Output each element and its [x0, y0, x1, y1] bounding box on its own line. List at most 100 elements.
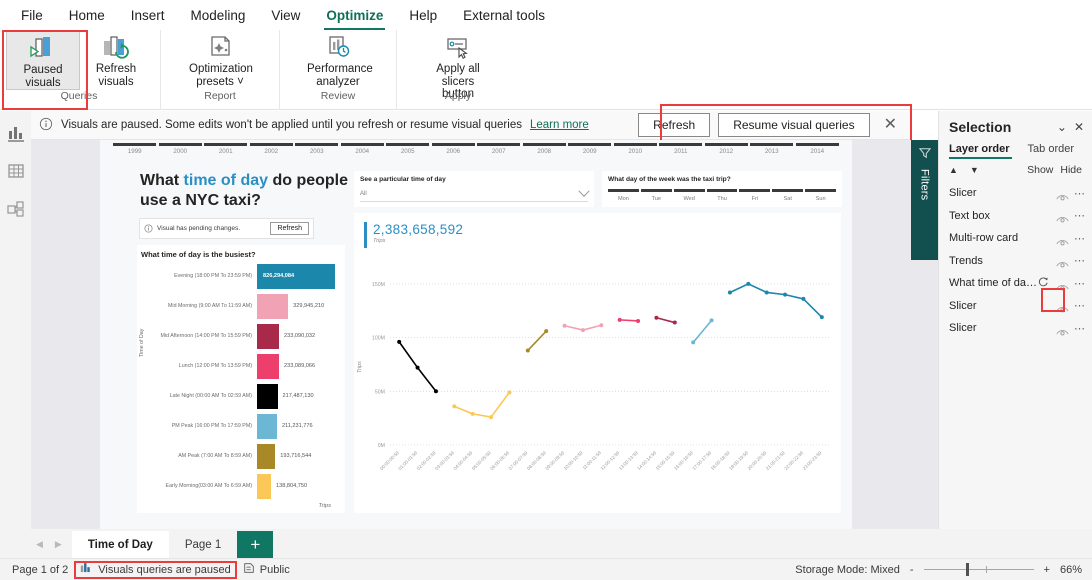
line-chart-data-point[interactable] — [452, 404, 457, 409]
tab-layer-order[interactable]: Layer order — [949, 143, 1012, 159]
bar-chart-bar[interactable] — [257, 383, 278, 409]
ribbon-tab-file[interactable]: File — [8, 4, 56, 27]
bar-chart-bar[interactable] — [257, 473, 271, 499]
zoom-slider[interactable] — [923, 563, 1034, 576]
tab-tab-order[interactable]: Tab order — [1028, 143, 1074, 159]
filters-pane-tab[interactable]: Filters — [911, 140, 938, 260]
line-chart-data-point[interactable] — [746, 281, 751, 286]
line-chart-data-point[interactable] — [654, 315, 659, 320]
zoom-slider-thumb[interactable] — [965, 563, 969, 576]
eye-visibility-icon[interactable] — [1056, 189, 1069, 201]
slicer-weekday-button[interactable]: Sat — [772, 189, 804, 207]
line-chart-data-point[interactable] — [636, 318, 641, 323]
bar-chart-row[interactable]: Early Morning(03:00 AM To 6:59 AM) 138,80… — [149, 473, 345, 499]
slicer-weekday-button[interactable]: Thu — [706, 189, 738, 207]
ribbon-tab-insert[interactable]: Insert — [118, 4, 178, 27]
bar-chart-row[interactable]: Mid Afternoon (14:00 PM To 15:59 PM) 233,… — [149, 323, 345, 349]
line-chart-data-point[interactable] — [525, 348, 530, 353]
close-icon[interactable]: ✕ — [878, 117, 903, 133]
slicer-weekday-button[interactable]: Wed — [673, 189, 705, 207]
paused-visuals-button[interactable]: Paused visuals — [6, 30, 80, 90]
line-chart-data-point[interactable] — [580, 328, 585, 333]
ribbon-tab-help[interactable]: Help — [396, 4, 450, 27]
slicer-year-cell[interactable]: 2014 — [795, 143, 841, 161]
slicer-year-cell[interactable]: 2003 — [294, 143, 340, 161]
line-chart-series-line[interactable] — [729, 283, 823, 318]
slicer-time-of-day-dropdown[interactable]: All — [360, 185, 590, 202]
slicer-year-cell[interactable]: 2000 — [158, 143, 204, 161]
bar-chart-bar[interactable] — [257, 443, 276, 469]
slicer-weekday-button[interactable]: Fri — [739, 189, 771, 207]
slicer-year-cell[interactable]: 2012 — [704, 143, 750, 161]
slicer-time-of-day[interactable]: See a particular time of day All — [354, 171, 594, 207]
eye-visibility-icon[interactable] — [1056, 234, 1069, 246]
slicer-year-cell[interactable]: 2008 — [522, 143, 568, 161]
page-tab-time-of-day[interactable]: Time of Day — [71, 531, 169, 558]
selection-list-item[interactable]: Slicer ⋯ — [939, 182, 1092, 205]
line-chart-data-point[interactable] — [599, 323, 604, 328]
line-chart-data-point[interactable] — [727, 290, 732, 295]
line-chart-data-point[interactable] — [433, 389, 438, 394]
slicer-year-cell[interactable]: 1999 — [112, 143, 158, 161]
more-options-icon[interactable]: ⋯ — [1074, 232, 1086, 245]
ribbon-tab-view[interactable]: View — [258, 4, 313, 27]
line-chart-data-point[interactable] — [691, 340, 696, 345]
line-chart-data-point[interactable] — [709, 318, 714, 323]
more-options-icon[interactable]: ⋯ — [1074, 299, 1086, 312]
slicer-year-cell[interactable]: 2011 — [658, 143, 704, 161]
show-all-button[interactable]: Show — [1027, 164, 1053, 176]
eye-visibility-icon[interactable] — [1056, 301, 1069, 313]
refresh-button[interactable]: Refresh — [638, 113, 711, 137]
selection-list-item[interactable]: Multi-row card ⋯ — [939, 227, 1092, 250]
line-chart-data-point[interactable] — [801, 296, 806, 301]
table-view-icon[interactable] — [6, 161, 26, 181]
add-page-button[interactable]: + — [237, 531, 274, 558]
bar-chart-bar[interactable] — [257, 413, 277, 439]
ribbon-tab-modeling[interactable]: Modeling — [178, 4, 259, 27]
eye-visibility-icon[interactable] — [1056, 279, 1069, 291]
line-chart-data-point[interactable] — [489, 415, 494, 420]
ribbon-tab-home[interactable]: Home — [56, 4, 118, 27]
line-chart-data-point[interactable] — [470, 411, 475, 416]
slicer-year-cell[interactable]: 2005 — [385, 143, 431, 161]
refresh-spinner-icon[interactable] — [1038, 274, 1049, 292]
line-chart-data-point[interactable] — [397, 339, 402, 344]
optimization-presets-button[interactable]: Optimization presets ˅ — [179, 30, 261, 88]
selection-list-item[interactable]: Trends ⋯ — [939, 250, 1092, 273]
slicer-year-cell[interactable]: 2007 — [476, 143, 522, 161]
chevron-down-icon[interactable]: ⌄ — [1057, 120, 1067, 134]
report-view-icon[interactable] — [6, 123, 26, 143]
line-chart-series-line[interactable] — [655, 316, 676, 324]
slicer-year-cell[interactable]: 2002 — [249, 143, 295, 161]
slicer-weekday-button[interactable]: Sun — [805, 189, 837, 207]
line-chart-data-point[interactable] — [617, 317, 622, 322]
line-chart-data-point[interactable] — [544, 329, 549, 334]
performance-analyzer-button[interactable]: Performance analyzer — [298, 30, 378, 88]
paused-queries-status[interactable]: Visuals queries are paused — [74, 560, 237, 579]
bar-chart-row[interactable]: Mid Morning (9:00 AM To 11:59 AM) 329,945… — [149, 293, 345, 319]
selection-list-item[interactable]: What time of day ... ⋯ — [939, 272, 1092, 295]
arrow-up-icon[interactable]: ▲ — [949, 165, 958, 175]
ribbon-tab-optimize[interactable]: Optimize — [313, 4, 396, 31]
line-chart-data-point[interactable] — [672, 320, 677, 325]
slicer-year-cell[interactable]: 2004 — [340, 143, 386, 161]
more-options-icon[interactable]: ⋯ — [1074, 277, 1086, 290]
slicer-year-cell[interactable]: 2006 — [431, 143, 477, 161]
bar-chart-row[interactable]: Lunch (12:00 PM To 13:59 PM) 233,089,066 — [149, 353, 345, 379]
selection-list-item[interactable]: Text box ⋯ — [939, 205, 1092, 228]
bar-chart-row[interactable]: Evening (18:00 PM To 23:59 PM) 826,294,08… — [149, 263, 345, 289]
more-options-icon[interactable]: ⋯ — [1074, 187, 1086, 200]
eye-visibility-icon[interactable] — [1056, 324, 1069, 336]
refresh-visuals-button[interactable]: Refresh visuals — [80, 30, 152, 88]
line-chart-series-line[interactable] — [618, 319, 639, 322]
slicer-year-cell[interactable]: 2001 — [203, 143, 249, 161]
line-chart-data-point[interactable] — [415, 365, 420, 370]
arrow-down-icon[interactable]: ▼ — [970, 165, 979, 175]
more-options-icon[interactable]: ⋯ — [1074, 209, 1086, 222]
bar-chart-bar[interactable] — [257, 323, 279, 349]
line-chart-series-line[interactable] — [692, 319, 713, 344]
bar-chart-row[interactable]: Late Night (00:00 AM To 02:59 AM) 217,487… — [149, 383, 345, 409]
more-options-icon[interactable]: ⋯ — [1074, 322, 1086, 335]
selection-list-item[interactable]: Slicer ⋯ — [939, 317, 1092, 340]
slicer-weekday-button[interactable]: Mon — [608, 189, 639, 207]
